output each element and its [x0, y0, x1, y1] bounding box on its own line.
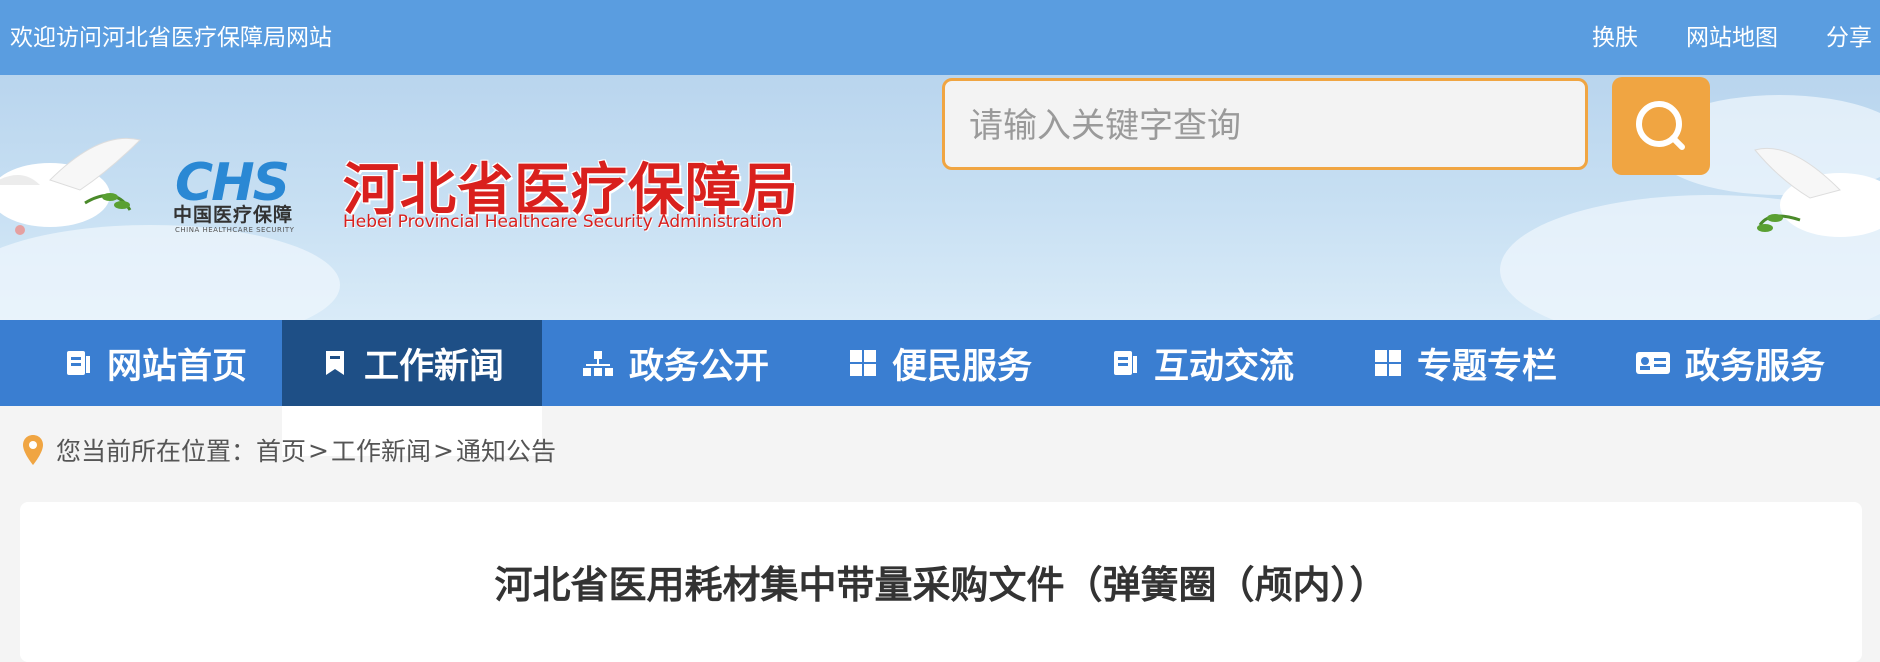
nav-item-convenience-services[interactable]: 便民服务	[830, 320, 1050, 406]
document-icon	[66, 351, 90, 375]
main-nav: 网站首页 工作新闻 政务公开 便民服务 互动交流 专题专栏 政务服务	[0, 320, 1880, 406]
grid-icon	[1374, 350, 1401, 376]
nav-label: 工作新闻	[363, 346, 504, 387]
nav-item-gov-services[interactable]: 政务服务	[1615, 320, 1845, 406]
article-title: 河北省医用耗材集中带量采购文件（弹簧圈（颅内））	[494, 563, 1388, 607]
share-link[interactable]: 分享	[1826, 18, 1872, 52]
sitemap-icon	[582, 351, 613, 376]
skin-switch-link[interactable]: 换肤	[1592, 18, 1638, 52]
nav-label: 政务公开	[628, 346, 769, 387]
nav-label: 互动交流	[1153, 346, 1294, 387]
breadcrumb: 您当前所在位置： 首页 > 工作新闻 > 通知公告	[22, 432, 556, 468]
search-input[interactable]	[967, 101, 1561, 151]
breadcrumb-separator: >	[308, 435, 329, 465]
nav-label: 政务服务	[1684, 346, 1825, 387]
welcome-text: 欢迎访问河北省医疗保障局网站	[10, 25, 332, 51]
dove-right-image	[1754, 147, 1880, 237]
header-banner: CHS 中国医疗保障 CHINA HEALTHCARE SECURITY 河北省…	[0, 75, 1880, 320]
search-icon	[1636, 101, 1685, 150]
site-subtitle: Hebei Provincial Healthcare Security Adm…	[343, 212, 783, 232]
logo-en-text: CHINA HEALTHCARE SECURITY	[175, 226, 295, 234]
nav-item-work-news[interactable]: 工作新闻	[282, 320, 542, 406]
top-links: 换肤 网站地图 分享	[1592, 18, 1872, 52]
id-card-icon	[1635, 352, 1670, 374]
breadcrumb-separator: >	[433, 435, 454, 465]
breadcrumb-work-news-link[interactable]: 工作新闻	[331, 432, 431, 468]
search-button[interactable]	[1612, 77, 1710, 175]
nav-item-special-topics[interactable]: 专题专栏	[1350, 320, 1580, 406]
grid-icon	[849, 350, 876, 376]
location-pin-icon	[23, 435, 43, 465]
bookmark-icon	[325, 351, 344, 375]
top-bar: 欢迎访问河北省医疗保障局网站 换肤 网站地图 分享	[0, 0, 1880, 75]
nav-label: 专题专栏	[1416, 346, 1557, 387]
breadcrumb-home-link[interactable]: 首页	[256, 432, 306, 468]
content-card: 河北省医用耗材集中带量采购文件（弹簧圈（颅内））	[20, 502, 1862, 662]
nav-item-home[interactable]: 网站首页	[40, 320, 270, 406]
nav-label: 便民服务	[891, 346, 1032, 387]
breadcrumb-notices-link[interactable]: 通知公告	[456, 432, 556, 468]
nav-item-gov-affairs-public[interactable]: 政务公开	[565, 320, 785, 406]
dove-left-image	[0, 137, 141, 235]
nav-label: 网站首页	[106, 346, 247, 387]
nav-item-interaction[interactable]: 互动交流	[1092, 320, 1312, 406]
logo-cn-text: 中国医疗保障	[173, 204, 294, 226]
sitemap-link[interactable]: 网站地图	[1686, 18, 1778, 52]
search-box	[942, 78, 1588, 170]
document-icon	[1113, 351, 1137, 375]
breadcrumb-prefix: 您当前所在位置：	[56, 437, 257, 466]
